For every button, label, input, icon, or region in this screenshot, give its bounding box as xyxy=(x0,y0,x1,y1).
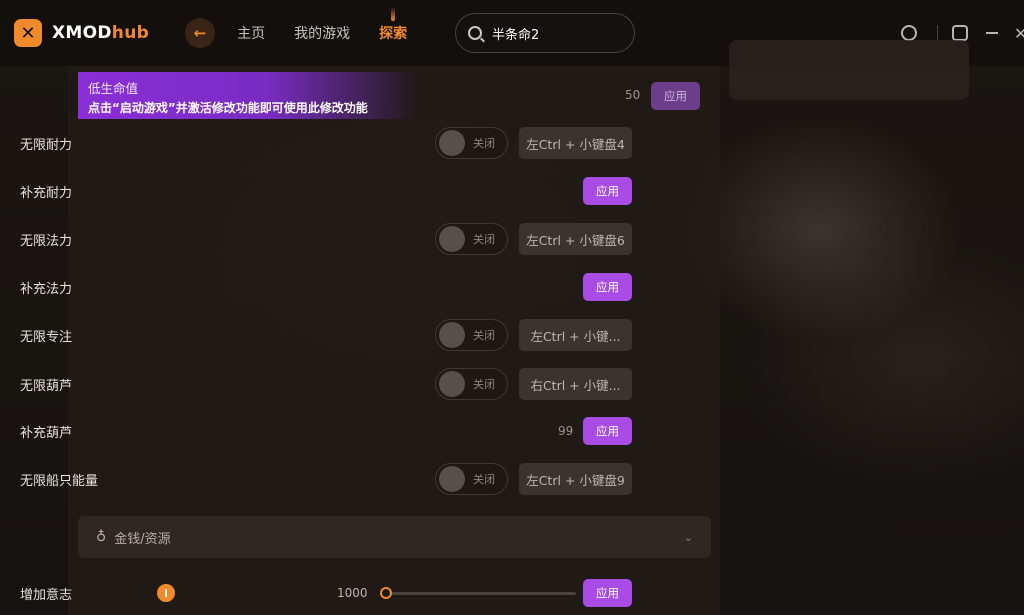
search-icon xyxy=(468,26,482,40)
money-bag-icon: ♁ xyxy=(96,529,107,545)
apply-button[interactable]: 应用 xyxy=(583,273,632,301)
cheat-row: 增加意志 i 1000 应用 xyxy=(10,569,642,615)
cheat-toggle[interactable]: 关闭 xyxy=(435,463,508,495)
hotkey-button[interactable]: 右Ctrl + 小键... xyxy=(519,368,632,400)
close-icon[interactable]: ✕ xyxy=(1014,24,1024,43)
cheat-label: 无限船只能量 xyxy=(20,473,99,489)
cheat-row: 无限船只能量 关闭 左Ctrl + 小键盘9 xyxy=(10,455,642,503)
main-nav: 主页 我的游戏 探索 xyxy=(237,23,407,43)
slider-track xyxy=(380,591,576,595)
toggle-knob xyxy=(439,130,465,156)
toggle-label: 关闭 xyxy=(473,329,495,342)
cheat-toggle[interactable]: 关闭 xyxy=(435,223,508,255)
toggle-label: 关闭 xyxy=(473,378,495,391)
slider-thumb[interactable] xyxy=(380,587,392,599)
cheat-toggle[interactable]: 关闭 xyxy=(435,368,508,400)
hotkey-button[interactable]: 左Ctrl + 小键盘4 xyxy=(519,127,632,159)
apply-button[interactable]: 应用 xyxy=(583,579,632,607)
cheat-row: 无限法力 关闭 左Ctrl + 小键盘6 xyxy=(10,215,642,263)
cheat-label: 补充耐力 xyxy=(20,185,73,201)
toggle-label: 关闭 xyxy=(473,233,495,246)
info-icon[interactable]: i xyxy=(157,584,175,602)
cheat-toggle[interactable]: 关闭 xyxy=(435,127,508,159)
cheat-label: 补充葫芦 xyxy=(20,425,73,441)
cheat-label: 无限葫芦 xyxy=(20,378,73,394)
toggle-knob xyxy=(439,371,465,397)
cheat-row: 无限葫芦 关闭 右Ctrl + 小键... xyxy=(10,360,642,408)
chevron-down-icon: ⌄ xyxy=(683,530,693,544)
cheat-row: 补充葫芦 99 应用 xyxy=(10,407,642,455)
apply-button[interactable]: 应用 xyxy=(651,82,700,110)
search-box[interactable] xyxy=(455,13,635,53)
cheat-value: 50 xyxy=(625,88,641,102)
apply-button[interactable]: 应用 xyxy=(583,417,632,445)
hotkey-button[interactable]: 左Ctrl + 小键盘9 xyxy=(519,463,632,495)
minimize-icon[interactable] xyxy=(986,32,998,34)
back-button[interactable]: ← xyxy=(185,18,216,48)
cheat-row: 无限专注 关闭 左Ctrl + 小键... xyxy=(10,311,642,359)
cheat-row: 补充耐力 应用 xyxy=(10,167,642,215)
divider xyxy=(937,25,938,41)
activation-message: 点击“启动游戏”并激活修改功能即可使用此修改功能 xyxy=(88,101,368,115)
xmod-logo-icon: ✕ xyxy=(14,19,42,47)
cheat-toggle[interactable]: 关闭 xyxy=(435,319,508,351)
apply-button[interactable]: 应用 xyxy=(583,177,632,205)
hotkey-button[interactable]: 左Ctrl + 小键... xyxy=(519,319,632,351)
settings-icon[interactable] xyxy=(952,25,968,41)
toggle-knob xyxy=(439,226,465,252)
section-title: 金钱/资源 xyxy=(114,531,171,547)
toggle-label: 关闭 xyxy=(473,473,495,486)
search-input[interactable] xyxy=(492,25,622,41)
toggle-label: 关闭 xyxy=(473,137,495,150)
cheat-row: 补充法力 应用 xyxy=(10,263,642,311)
cheat-row: 无限耐力 关闭 左Ctrl + 小键盘4 xyxy=(10,119,642,167)
cheat-label: 无限法力 xyxy=(20,233,73,249)
cheat-label: 增加意志 xyxy=(20,587,73,603)
app-logo[interactable]: ✕ XMODhub xyxy=(14,19,149,47)
slider-value: 1000 xyxy=(337,586,368,600)
cheat-label: 补充法力 xyxy=(20,281,73,297)
hotkey-button[interactable]: 左Ctrl + 小键盘6 xyxy=(519,223,632,255)
cheat-label: 无限专注 xyxy=(20,329,73,345)
toggle-knob xyxy=(439,322,465,348)
user-icon[interactable] xyxy=(901,25,917,41)
cheat-label: 低生命值 xyxy=(88,81,139,96)
toggle-knob xyxy=(439,466,465,492)
cheat-label: 无限耐力 xyxy=(20,137,73,153)
value-slider[interactable] xyxy=(380,586,576,600)
cheat-value: 99 xyxy=(558,424,574,438)
activation-banner: 低生命值 点击“启动游戏”并激活修改功能即可使用此修改功能 xyxy=(78,72,418,119)
nav-my-games[interactable]: 我的游戏 xyxy=(294,23,350,43)
nav-explore[interactable]: 探索 xyxy=(379,23,407,43)
nav-home[interactable]: 主页 xyxy=(237,23,265,43)
app-name: XMODhub xyxy=(52,23,150,43)
section-money-resources[interactable]: ♁ 金钱/资源 ⌄ xyxy=(78,516,711,558)
game-info-card xyxy=(729,40,969,100)
